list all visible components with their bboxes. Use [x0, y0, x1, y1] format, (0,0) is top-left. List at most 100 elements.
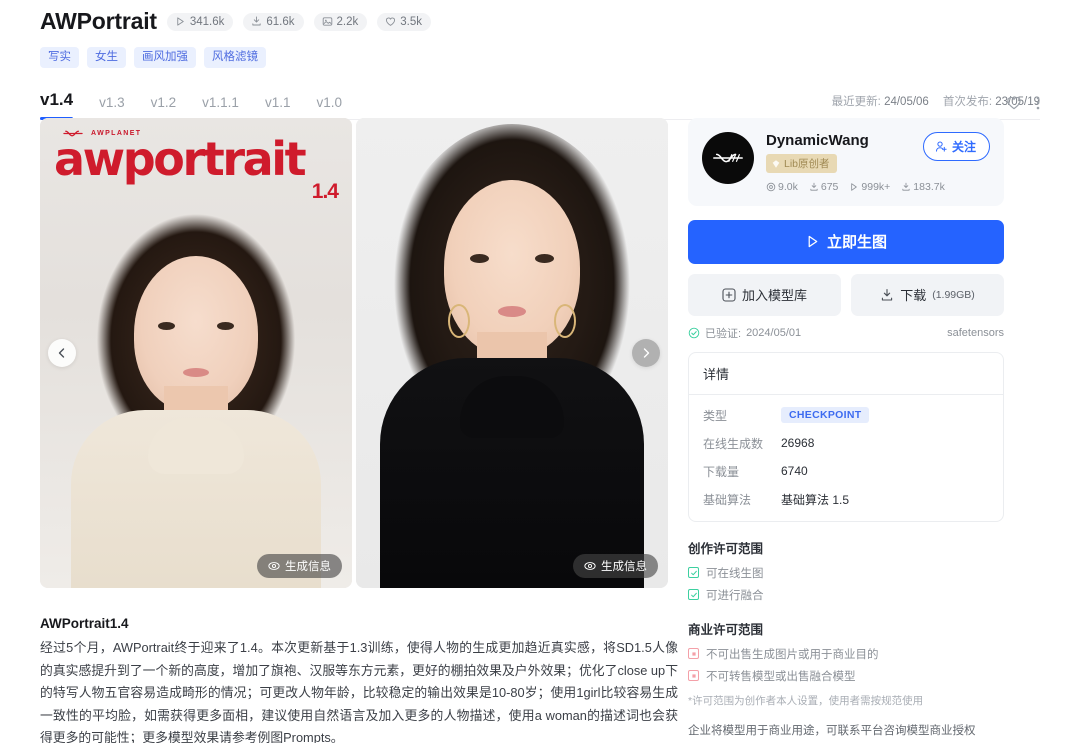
description-body: 经过5个月，AWPortrait终于迎来了1.4。本次更新基于1.3训练，使得人… [40, 640, 678, 743]
more-options-icon[interactable] [1036, 95, 1040, 111]
download-icon [810, 182, 818, 191]
generation-info-button[interactable]: 生成信息 [573, 554, 658, 578]
generation-info-button[interactable]: 生成信息 [257, 554, 342, 578]
gallery-prev-button[interactable] [48, 339, 76, 367]
secondary-actions: 加入模型库 下载 (1.99GB) [688, 273, 1004, 316]
forbidden-square-icon [688, 648, 699, 659]
tag-item[interactable]: 写实 [40, 47, 79, 68]
license-note: *许可范围为创作者本人设置，使用者需按规范使用 [688, 694, 924, 707]
version-tab-bar: v1.4 v1.3 v1.2 v1.1.1 v1.1 v1.0 最近更新: 24… [40, 90, 1040, 120]
detail-row-online-generations: 在线生成数 26968 [703, 435, 989, 452]
version-tab-v1-0[interactable]: v1.0 [316, 95, 342, 119]
generate-button[interactable]: 立即生图 [688, 219, 1004, 264]
tag-item[interactable]: 女生 [87, 47, 126, 68]
check-circle-icon [688, 327, 700, 338]
favorite-heart-icon[interactable] [1006, 95, 1022, 111]
stat-pill-likes: 3.5k [377, 12, 432, 31]
tag-row: 写实 女生 画风加强 风格滤镜 [40, 47, 1080, 68]
generate-button-label: 立即生图 [826, 234, 887, 251]
portrait2-mouth [498, 306, 526, 317]
creator-stat-downloads: 183.7k [901, 181, 945, 193]
download-icon [902, 182, 910, 191]
page-header: AWPortrait 341.6k 61.6k 2.2k 3.5k 写实 女生 … [0, 0, 1080, 68]
creator-stat-followers: 9.0k [766, 181, 798, 193]
stat-pill-downloads: 61.6k [243, 12, 304, 31]
verified-date: 2024/05/01 [746, 326, 802, 339]
at-icon [766, 182, 776, 191]
image-gallery: AWPLANET awportrait 1.4 生成信息 生成信息 [40, 118, 668, 588]
creator-info: DynamicWang Lib原创者 9.0k 675 999k+ 183.7k [766, 132, 945, 193]
header-actions [1006, 95, 1040, 111]
avatar[interactable] [702, 132, 754, 184]
creator-stat-value: 183.7k [913, 180, 945, 193]
creator-logo-icon [713, 153, 743, 163]
download-button[interactable]: 下载 (1.99GB) [851, 273, 1004, 316]
follow-button[interactable]: 关注 [922, 132, 990, 161]
check-square-icon [688, 589, 699, 600]
portrait2-earring-right [554, 304, 576, 338]
generation-info-label: 生成信息 [285, 561, 331, 573]
download-icon [251, 16, 262, 27]
license-item-label: 可在线生图 [706, 567, 764, 580]
license-item-label: 可进行融合 [706, 589, 764, 602]
business-inquiry-section: 企业将模型用于商业用途，可联系平台咨询模型商业授权 立即咨询 >> [688, 722, 1004, 743]
gallery-image-cover[interactable]: AWPLANET awportrait 1.4 生成信息 [40, 118, 352, 588]
verified-label: 已验证: [705, 327, 742, 340]
last-updated-value: 24/05/06 [884, 96, 929, 108]
creator-stat-value: 999k+ [861, 180, 891, 193]
stat-value: 61.6k [266, 15, 295, 28]
check-square-icon [688, 567, 699, 578]
commercial-license-title: 商业许可范围 [688, 622, 764, 637]
first-published-label: 首次发布: [942, 96, 993, 108]
creation-license-section: 创作许可范围 可在线生图 可进行融合 [688, 538, 1004, 603]
add-to-library-label: 加入模型库 [741, 288, 807, 303]
download-size-label: (1.99GB) [932, 288, 975, 301]
commercial-license-section: 商业许可范围 不可出售生成图片或用于商业目的 不可转售模型或出售融合模型 *许可… [688, 619, 1004, 708]
cover-version: 1.4 [311, 180, 339, 203]
stat-pill-images: 2.2k [313, 12, 368, 31]
gallery-image-portrait[interactable]: 生成信息 [356, 118, 668, 588]
stat-pill-runs: 341.6k [166, 12, 234, 31]
model-detail-page: AWPortrait 341.6k 61.6k 2.2k 3.5k 写实 女生 … [0, 0, 1080, 743]
tag-item[interactable]: 画风加强 [134, 47, 196, 68]
creator-badge: Lib原创者 [766, 154, 837, 173]
creator-stat-runs: 999k+ [849, 181, 890, 193]
forbidden-square-icon [688, 670, 699, 681]
detail-label: 基础算法 [703, 492, 752, 507]
stat-value: 2.2k [336, 15, 359, 28]
version-tab-v1-3[interactable]: v1.3 [99, 95, 125, 119]
description-heading: AWPortrait1.4 [40, 616, 129, 631]
download-button-label: 下载 [900, 288, 927, 303]
gallery-next-button[interactable] [632, 339, 660, 367]
model-description: AWPortrait1.4 经过5个月，AWPortrait终于迎来了1.4。本… [40, 616, 678, 743]
portrait-collar [148, 418, 244, 474]
download-icon [882, 288, 893, 301]
cover-wordmark: awportrait [54, 132, 307, 186]
file-format-label: safetensors [947, 326, 1004, 339]
detail-row-type: 类型 CHECKPOINT [703, 407, 989, 424]
detail-value-chip: CHECKPOINT [781, 407, 870, 423]
plus-box-icon [722, 287, 736, 302]
creator-badge-label: Lib原创者 [784, 158, 830, 170]
detail-label: 在线生成数 [703, 436, 764, 451]
heart-icon [385, 16, 396, 27]
portrait-mouth [183, 368, 209, 377]
image-icon [322, 16, 333, 27]
add-to-library-button[interactable]: 加入模型库 [688, 273, 841, 316]
last-updated-label: 最近更新: [831, 96, 881, 108]
tag-item[interactable]: 风格滤镜 [204, 47, 266, 68]
detail-value: 6740 [781, 464, 808, 478]
sidebar: DynamicWang Lib原创者 9.0k 675 999k+ 183.7k… [688, 118, 1004, 743]
generation-info-label: 生成信息 [601, 561, 647, 573]
creator-name[interactable]: DynamicWang [766, 132, 911, 149]
play-icon [851, 182, 858, 191]
user-plus-icon [935, 141, 947, 152]
version-tab-v1-2[interactable]: v1.2 [151, 95, 177, 119]
verification-row: 已验证: 2024/05/01 safetensors [688, 325, 1004, 341]
version-tab-v1-1-1[interactable]: v1.1.1 [202, 95, 239, 119]
stat-value: 3.5k [400, 15, 423, 28]
license-item-label: 不可转售模型或出售融合模型 [706, 670, 856, 683]
verified-badge: 已验证: 2024/05/01 [688, 325, 801, 341]
version-tab-v1-4[interactable]: v1.4 [40, 90, 74, 120]
version-tab-v1-1[interactable]: v1.1 [265, 95, 291, 119]
